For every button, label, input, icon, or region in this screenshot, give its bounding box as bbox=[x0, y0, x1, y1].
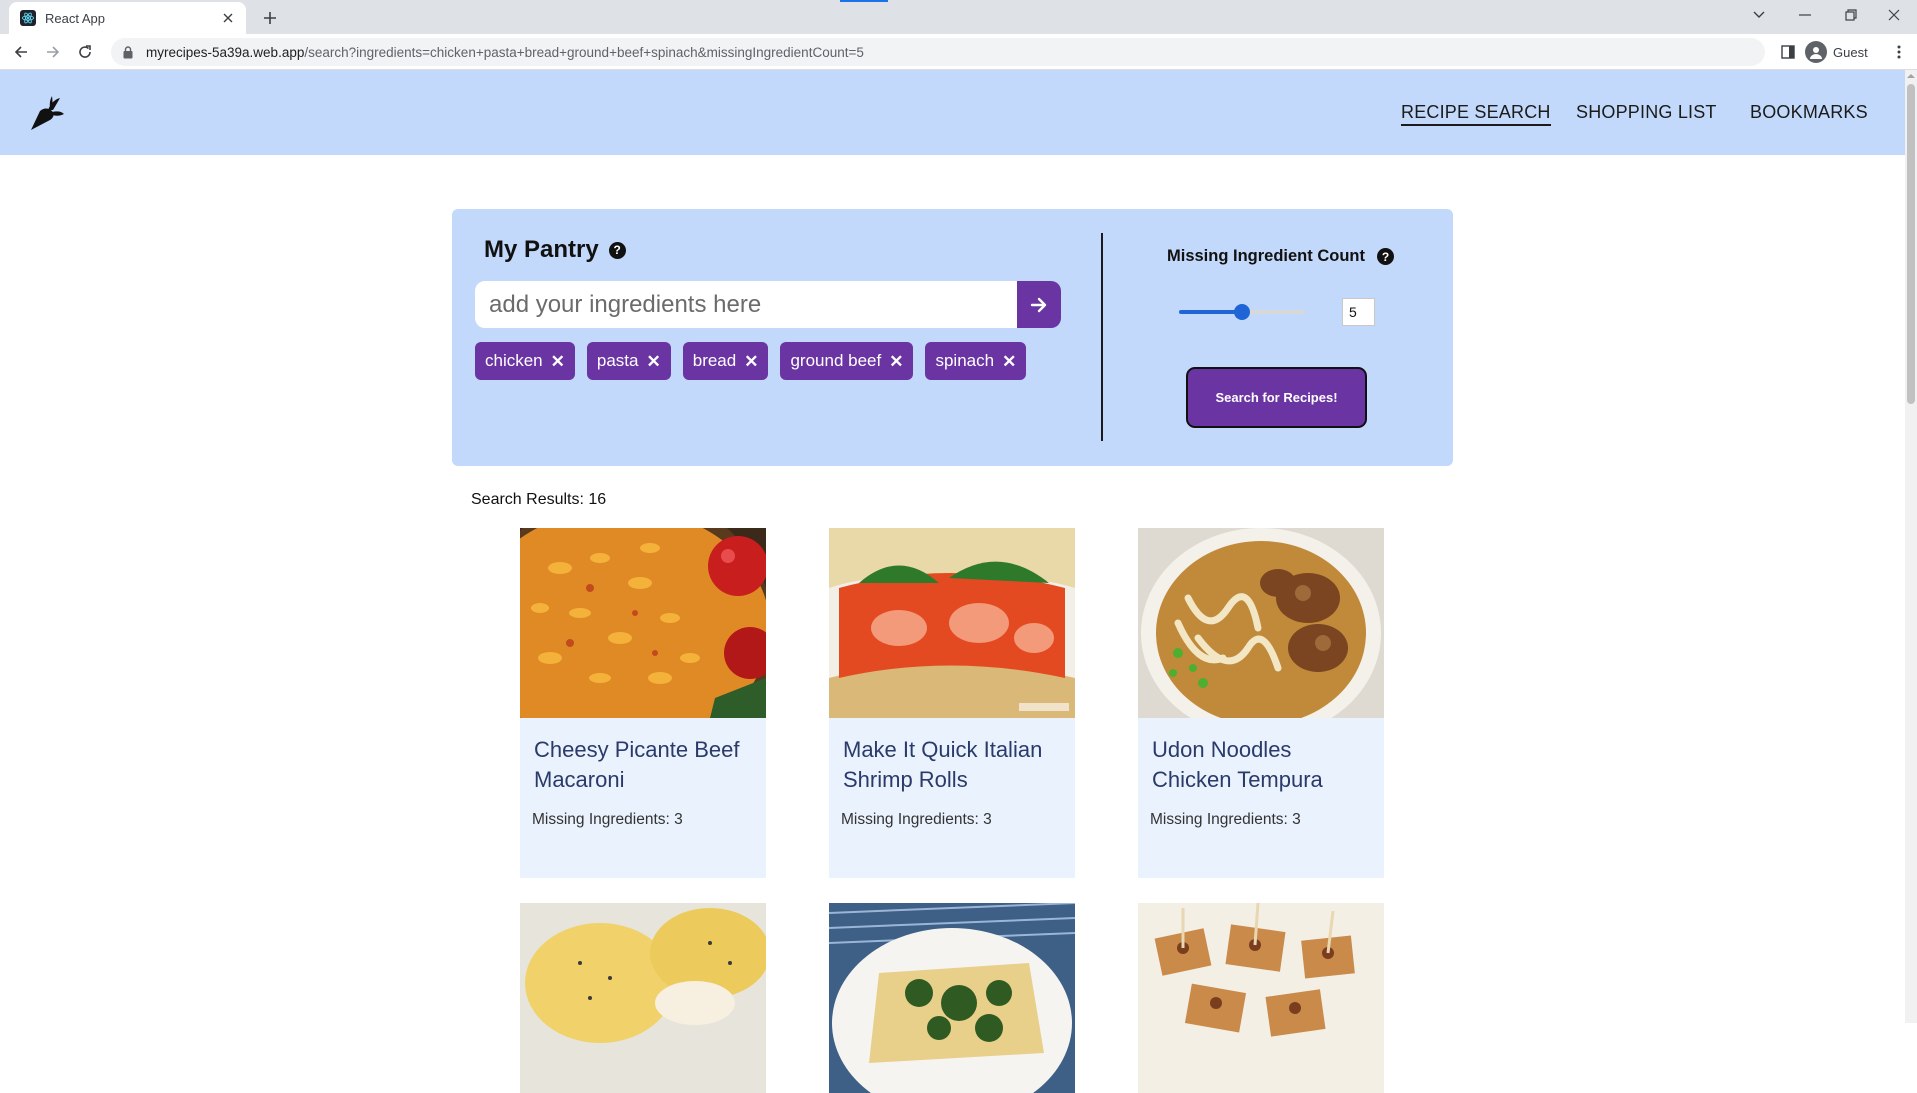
udon-photo[interactable] bbox=[1138, 528, 1384, 718]
remove-chip-icon[interactable]: ✕ bbox=[744, 353, 758, 370]
chip-label: bread bbox=[692, 351, 737, 370]
new-tab-icon[interactable] bbox=[258, 6, 282, 30]
carrot-logo-icon[interactable] bbox=[26, 94, 66, 134]
ingredient-chips: chicken ✕ pasta ✕ bread ✕ ground beef ✕ … bbox=[475, 342, 1027, 380]
spinach-quiche-photo[interactable] bbox=[829, 903, 1075, 1093]
url-text: myrecipes-5a39a.web.app/search?ingredien… bbox=[146, 45, 864, 60]
side-panel-icon[interactable] bbox=[1775, 39, 1801, 65]
add-ingredient-button[interactable] bbox=[1017, 281, 1061, 328]
ingredient-chip: spinach ✕ bbox=[925, 342, 1027, 380]
recipe-card[interactable]: Make It Quick Italian Shrimp Rolls Missi… bbox=[829, 528, 1075, 878]
missing-count-help-icon[interactable]: ? bbox=[1377, 248, 1394, 265]
tab-search-icon[interactable] bbox=[1736, 0, 1782, 30]
recipe-card[interactable]: Cheesy Picante Beef Macaroni Missing Ing… bbox=[520, 528, 766, 878]
url-host: myrecipes-5a39a.web.app bbox=[146, 44, 305, 60]
scroll-up-arrow-icon[interactable] bbox=[1907, 72, 1915, 80]
tab-strip-indicator bbox=[840, 0, 888, 2]
nav-shopping-list[interactable]: SHOPPING LIST bbox=[1576, 102, 1717, 123]
app-header: RECIPE SEARCH SHOPPING LIST BOOKMARKS bbox=[0, 70, 1905, 155]
remove-chip-icon[interactable]: ✕ bbox=[1002, 353, 1016, 370]
eggs-benedict-photo[interactable] bbox=[520, 903, 766, 1093]
profile-avatar-icon bbox=[1805, 41, 1827, 63]
pantry-help-icon[interactable]: ? bbox=[608, 241, 626, 259]
missing-ingredients-label: Missing Ingredients: 3 bbox=[532, 811, 683, 828]
ingredient-chip: chicken ✕ bbox=[475, 342, 575, 380]
react-favicon-icon bbox=[20, 10, 36, 26]
lock-icon bbox=[123, 45, 137, 59]
tab-close-icon[interactable] bbox=[220, 10, 236, 26]
profile-label: Guest bbox=[1833, 44, 1868, 60]
browser-toolbar: myrecipes-5a39a.web.app/search?ingredien… bbox=[0, 34, 1917, 70]
macaroni-photo[interactable] bbox=[520, 528, 766, 718]
ingredient-input[interactable] bbox=[475, 281, 1017, 328]
chip-label: pasta bbox=[596, 351, 639, 370]
appetizer-bites-photo[interactable] bbox=[1138, 903, 1384, 1093]
shrimp-roll-photo[interactable] bbox=[829, 528, 1075, 718]
recipe-title[interactable]: Cheesy Picante Beef Macaroni bbox=[534, 735, 758, 795]
remove-chip-icon[interactable]: ✕ bbox=[551, 353, 565, 370]
restore-icon[interactable] bbox=[1828, 0, 1874, 30]
ingredient-input-group bbox=[475, 281, 1061, 328]
page-scrollbar[interactable] bbox=[1905, 70, 1917, 1023]
browser-menu-icon[interactable] bbox=[1886, 39, 1912, 65]
slider-thumb[interactable] bbox=[1234, 304, 1250, 320]
nav-bookmarks[interactable]: BOOKMARKS bbox=[1750, 102, 1868, 123]
scrollbar-thumb[interactable] bbox=[1907, 84, 1915, 404]
recipe-title[interactable]: Make It Quick Italian Shrimp Rolls bbox=[843, 735, 1067, 795]
missing-count-title-text: Missing Ingredient Count bbox=[1167, 247, 1365, 265]
remove-chip-icon[interactable]: ✕ bbox=[889, 353, 903, 370]
search-recipes-button[interactable]: Search for Recipes! bbox=[1186, 367, 1367, 428]
ingredient-chip: ground beef ✕ bbox=[780, 342, 914, 380]
address-bar[interactable]: myrecipes-5a39a.web.app/search?ingredien… bbox=[111, 38, 1765, 66]
ingredient-chip: pasta ✕ bbox=[586, 342, 671, 380]
ingredient-chip: bread ✕ bbox=[682, 342, 769, 380]
pantry-title-text: My Pantry bbox=[484, 236, 599, 263]
profile-button[interactable]: Guest bbox=[1805, 39, 1868, 65]
recipe-card[interactable] bbox=[520, 903, 766, 1093]
missing-count-slider[interactable] bbox=[1179, 303, 1305, 321]
arrow-right-icon bbox=[1030, 297, 1047, 312]
minimize-icon[interactable] bbox=[1782, 0, 1828, 30]
back-icon[interactable] bbox=[8, 39, 34, 65]
panel-divider bbox=[1101, 233, 1103, 441]
missing-ingredients-label: Missing Ingredients: 3 bbox=[841, 811, 992, 828]
url-path: /search?ingredients=chicken+pasta+bread+… bbox=[304, 44, 864, 60]
chip-label: chicken bbox=[485, 351, 543, 370]
browser-tab[interactable]: React App bbox=[9, 2, 246, 34]
pantry-title: My Pantry ? bbox=[484, 236, 626, 264]
recipe-title[interactable]: Udon Noodles Chicken Tempura bbox=[1152, 735, 1376, 795]
chip-label: ground beef bbox=[790, 351, 882, 370]
tab-title: React App bbox=[45, 10, 105, 26]
missing-count-title: Missing Ingredient Count ? bbox=[1167, 247, 1394, 266]
results-count: Search Results: 16 bbox=[471, 491, 607, 508]
recipe-card[interactable] bbox=[1138, 903, 1384, 1093]
missing-count-input[interactable]: 5 bbox=[1342, 298, 1375, 326]
chip-label: spinach bbox=[935, 351, 995, 370]
remove-chip-icon[interactable]: ✕ bbox=[646, 353, 660, 370]
reload-icon[interactable] bbox=[72, 39, 98, 65]
slider-fill bbox=[1179, 310, 1242, 314]
browser-tab-strip: React App bbox=[0, 0, 1917, 34]
close-window-icon[interactable] bbox=[1871, 0, 1917, 30]
nav-recipe-search[interactable]: RECIPE SEARCH bbox=[1401, 102, 1551, 126]
pantry-panel: My Pantry ? chicken ✕ pasta ✕ bread ✕ gr… bbox=[452, 209, 1453, 466]
recipe-card[interactable] bbox=[829, 903, 1075, 1093]
missing-ingredients-label: Missing Ingredients: 3 bbox=[1150, 811, 1301, 828]
forward-icon[interactable] bbox=[40, 39, 66, 65]
recipe-card[interactable]: Udon Noodles Chicken Tempura Missing Ing… bbox=[1138, 528, 1384, 878]
